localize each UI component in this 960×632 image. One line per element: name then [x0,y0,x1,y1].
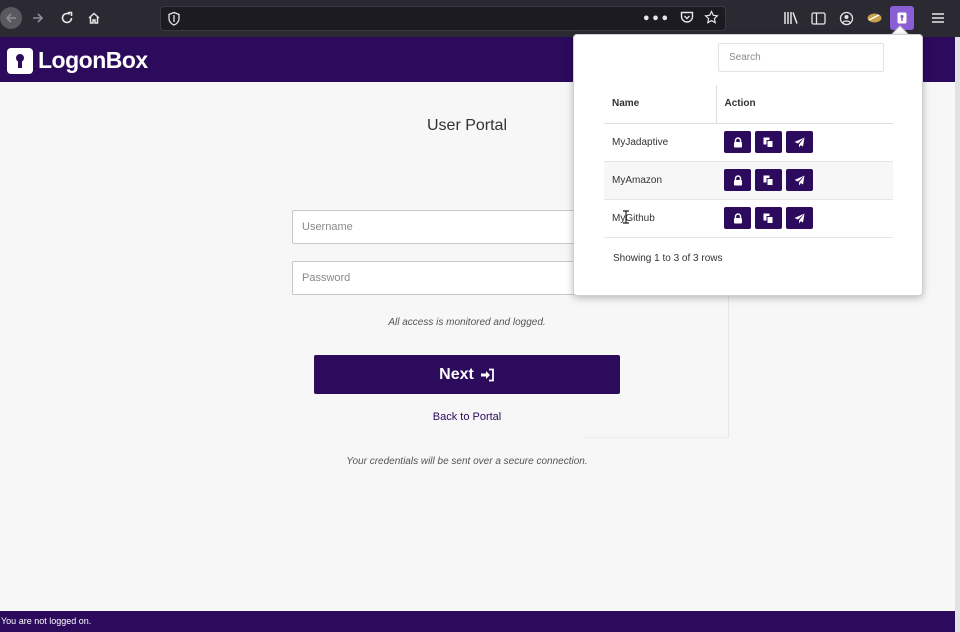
keyhole-icon [7,47,33,74]
password-input[interactable] [293,262,591,294]
monitored-notice: All access is monitored and logged. [388,317,546,328]
popup-search-input[interactable] [719,44,883,71]
lock-button[interactable] [724,131,751,153]
send-button[interactable] [786,131,813,153]
copy-button[interactable] [755,169,782,191]
credential-name: MyJadaptive [604,123,716,162]
url-bar[interactable]: ••• [160,6,726,31]
back-button[interactable] [0,7,22,29]
password-field[interactable] [292,261,592,295]
lock-icon [733,174,742,185]
next-label: Next [439,365,474,383]
table-row: MyJadaptive [604,123,893,162]
logonbox-logo[interactable]: LogonBox [7,47,148,74]
lock-button[interactable] [724,207,751,229]
reload-icon [61,11,73,24]
status-footer: You are not logged on. [0,611,955,632]
arrow-right-icon [33,13,44,23]
table-row: MyGithub [604,199,893,238]
table-row: MyAmazon [604,161,893,200]
copy-icon [763,175,774,186]
pagination-summary: Showing 1 to 3 of 3 rows [613,253,723,264]
shield-icon[interactable] [167,11,181,31]
send-icon [794,213,805,223]
username-field[interactable] [292,210,592,244]
hamburger-menu-icon[interactable] [928,8,948,28]
send-button[interactable] [786,207,813,229]
extension-icon[interactable] [864,8,884,28]
logonbox-extension-button[interactable] [890,6,914,30]
column-header-name[interactable]: Name [604,85,716,124]
reload-button[interactable] [55,6,79,30]
lock-icon [733,136,742,147]
sidebar-icon[interactable] [808,8,828,28]
lock-icon [733,212,742,223]
credentials-table: Name Action MyJadaptive MyAmazon MyGithu… [604,85,893,238]
library-icon[interactable] [781,8,801,28]
next-button[interactable]: Next [314,355,620,394]
account-icon[interactable] [836,8,856,28]
credential-name: MyAmazon [604,161,716,200]
pocket-icon[interactable] [680,11,694,28]
more-horizontal-icon[interactable]: ••• [642,12,670,27]
copy-button[interactable] [755,207,782,229]
keyhole-icon [897,12,907,24]
text-cursor-icon [623,210,629,224]
action-cell [716,199,893,238]
send-icon [794,137,805,147]
copy-icon [763,137,774,148]
logo-text: LogonBox [38,47,148,73]
column-header-action: Action [715,85,893,124]
browser-toolbar: ••• [0,0,960,37]
back-to-portal-label[interactable]: Back to Portal [433,411,501,423]
send-button[interactable] [786,169,813,191]
popup-search[interactable] [718,43,884,72]
send-icon [794,175,805,185]
star-icon[interactable] [704,10,719,29]
login-status: You are not logged on. [1,616,92,626]
credential-name: MyGithub [604,199,716,238]
copy-button[interactable] [755,131,782,153]
username-input[interactable] [293,211,591,243]
table-header-row: Name Action [604,85,893,124]
home-button[interactable] [82,6,106,30]
page-edge [955,37,960,632]
action-cell [716,123,893,162]
action-cell [716,161,893,200]
forward-button[interactable] [26,6,50,30]
extension-popup: Name Action MyJadaptive MyAmazon [573,34,923,296]
home-icon [88,12,100,24]
arrow-left-icon [5,13,16,23]
back-to-portal-link[interactable]: Back to Portal [0,411,934,423]
copy-icon [763,213,774,224]
sign-in-icon [480,368,494,381]
secure-connection-notice: Your credentials will be sent over a sec… [346,456,588,467]
lock-button[interactable] [724,169,751,191]
